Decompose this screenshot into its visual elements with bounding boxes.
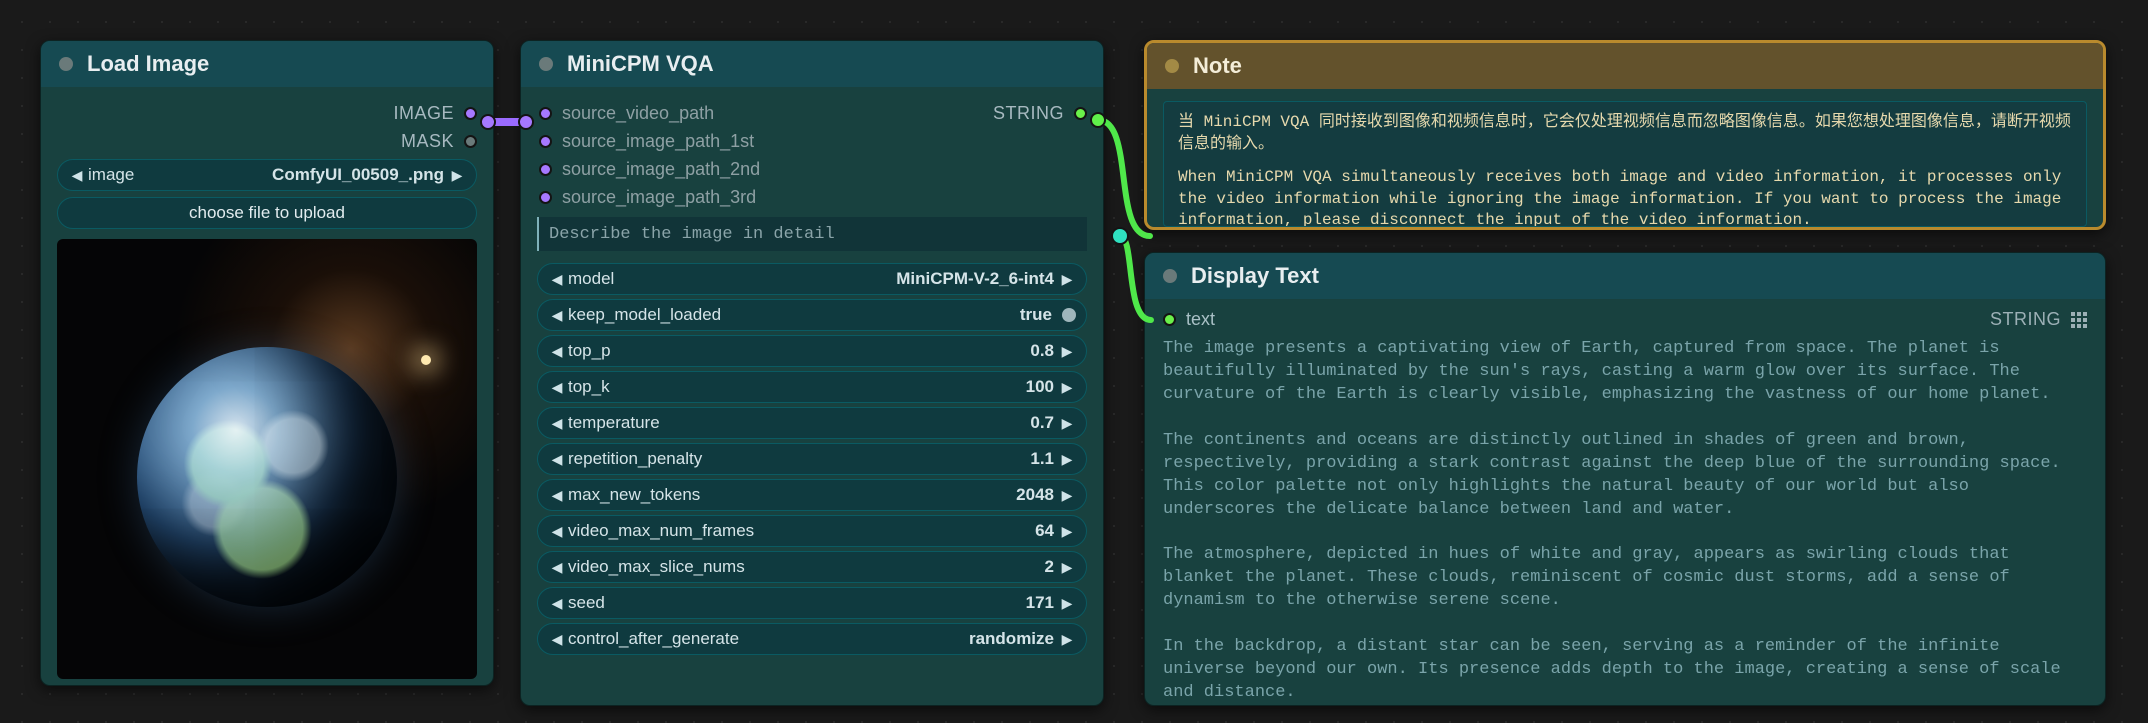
chevron-right-icon[interactable]: ▶ bbox=[1058, 487, 1076, 504]
output-string[interactable]: STRING bbox=[1990, 309, 2087, 330]
node-header[interactable]: Display Text bbox=[1145, 253, 2105, 299]
collapse-dot-icon[interactable] bbox=[1163, 269, 1177, 283]
chevron-right-icon[interactable]: ▶ bbox=[1058, 523, 1076, 540]
chevron-left-icon[interactable]: ◀ bbox=[548, 307, 566, 324]
chevron-left-icon[interactable]: ◀ bbox=[548, 451, 566, 468]
chevron-right-icon[interactable]: ▶ bbox=[1058, 631, 1076, 648]
param-control-after-generate[interactable]: ◀control_after_generaterandomize▶ bbox=[537, 623, 1087, 655]
input-source-image-path-3rd[interactable]: source_image_path_3rd bbox=[537, 183, 1087, 211]
port-image-icon[interactable] bbox=[464, 107, 477, 120]
param-model[interactable]: ◀modelMiniCPM-V-2_6-int4▶ bbox=[537, 263, 1087, 295]
port-icon[interactable] bbox=[539, 135, 552, 148]
chevron-left-icon[interactable]: ◀ bbox=[548, 343, 566, 360]
upload-button[interactable]: choose file to upload bbox=[57, 197, 477, 229]
node-display-text[interactable]: Display Text text STRING The image prese… bbox=[1144, 252, 2106, 706]
collapse-dot-icon[interactable] bbox=[539, 57, 553, 71]
chevron-right-icon[interactable]: ▶ bbox=[1058, 343, 1076, 360]
node-header[interactable]: Note bbox=[1147, 43, 2103, 89]
grid-icon bbox=[2071, 312, 2087, 328]
node-load-image[interactable]: Load Image IMAGE MASK ◀ image ComfyUI_00… bbox=[40, 40, 494, 686]
chevron-right-icon[interactable]: ▶ bbox=[1058, 595, 1076, 612]
port-icon[interactable] bbox=[539, 163, 552, 176]
param-max-new-tokens[interactable]: ◀max_new_tokens2048▶ bbox=[537, 479, 1087, 511]
node-title: Display Text bbox=[1191, 263, 1319, 289]
param-repetition-penalty[interactable]: ◀repetition_penalty1.1▶ bbox=[537, 443, 1087, 475]
earth-icon bbox=[137, 347, 397, 607]
node-header[interactable]: Load Image bbox=[41, 41, 493, 87]
port-string-icon[interactable] bbox=[1074, 107, 1087, 120]
node-note[interactable]: Note 当 MiniCPM VQA 同时接收到图像和视频信息时，它会仅处理视频… bbox=[1144, 40, 2106, 230]
chevron-left-icon[interactable]: ◀ bbox=[548, 595, 566, 612]
display-text-output[interactable]: The image presents a captivating view of… bbox=[1145, 334, 2105, 706]
chevron-left-icon[interactable]: ◀ bbox=[548, 271, 566, 288]
chevron-right-icon[interactable]: ▶ bbox=[1058, 451, 1076, 468]
param-top-p[interactable]: ◀top_p0.8▶ bbox=[537, 335, 1087, 367]
node-title: Note bbox=[1193, 53, 1242, 79]
node-title: MiniCPM VQA bbox=[567, 51, 714, 77]
input-source-image-path-1st[interactable]: source_image_path_1st bbox=[537, 127, 1087, 155]
toggle-dot-icon[interactable] bbox=[1062, 308, 1076, 322]
chevron-right-icon[interactable]: ▶ bbox=[1058, 379, 1076, 396]
chevron-left-icon[interactable]: ◀ bbox=[548, 487, 566, 504]
param-top-k[interactable]: ◀top_k100▶ bbox=[537, 371, 1087, 403]
port-icon[interactable] bbox=[539, 107, 552, 120]
chevron-left-icon[interactable]: ◀ bbox=[68, 167, 86, 184]
chevron-left-icon[interactable]: ◀ bbox=[548, 523, 566, 540]
output-image[interactable]: IMAGE bbox=[57, 99, 477, 127]
chevron-left-icon[interactable]: ◀ bbox=[548, 631, 566, 648]
node-header[interactable]: MiniCPM VQA bbox=[521, 41, 1103, 87]
output-mask[interactable]: MASK bbox=[57, 127, 477, 155]
chevron-right-icon[interactable]: ▶ bbox=[1058, 415, 1076, 432]
node-title: Load Image bbox=[87, 51, 209, 77]
prompt-input[interactable]: Describe the image in detail bbox=[537, 217, 1087, 251]
param-seed[interactable]: ◀seed171▶ bbox=[537, 587, 1087, 619]
chevron-right-icon[interactable]: ▶ bbox=[1058, 271, 1076, 288]
collapse-dot-icon[interactable] bbox=[1165, 59, 1179, 73]
image-preview bbox=[57, 239, 477, 679]
chevron-right-icon[interactable]: ▶ bbox=[1058, 559, 1076, 576]
output-string[interactable]: STRING bbox=[993, 103, 1087, 124]
param-keep-model-loaded[interactable]: ◀keep_model_loadedtrue bbox=[537, 299, 1087, 331]
chevron-left-icon[interactable]: ◀ bbox=[548, 379, 566, 396]
port-text-in-icon[interactable] bbox=[1163, 313, 1176, 326]
file-selector[interactable]: ◀ image ComfyUI_00509_.png ▶ bbox=[57, 159, 477, 191]
file-label: image bbox=[86, 165, 134, 185]
input-source-image-path-2nd[interactable]: source_image_path_2nd bbox=[537, 155, 1087, 183]
chevron-left-icon[interactable]: ◀ bbox=[548, 559, 566, 576]
note-text[interactable]: 当 MiniCPM VQA 同时接收到图像和视频信息时，它会仅处理视频信息而忽略… bbox=[1163, 101, 2087, 227]
file-value: ComfyUI_00509_.png bbox=[134, 165, 448, 185]
sun-icon bbox=[421, 355, 431, 365]
note-cn: 当 MiniCPM VQA 同时接收到图像和视频信息时，它会仅处理视频信息而忽略… bbox=[1178, 113, 2071, 153]
param-temperature[interactable]: ◀temperature0.7▶ bbox=[537, 407, 1087, 439]
port-icon[interactable] bbox=[539, 191, 552, 204]
chevron-right-icon[interactable]: ▶ bbox=[448, 167, 466, 184]
input-text[interactable]: text bbox=[1163, 309, 1215, 330]
collapse-dot-icon[interactable] bbox=[59, 57, 73, 71]
port-mask-icon[interactable] bbox=[464, 135, 477, 148]
node-minicpm-vqa[interactable]: MiniCPM VQA STRING source_video_pathsour… bbox=[520, 40, 1104, 706]
param-video-max-slice-nums[interactable]: ◀video_max_slice_nums2▶ bbox=[537, 551, 1087, 583]
chevron-left-icon[interactable]: ◀ bbox=[548, 415, 566, 432]
param-video-max-num-frames[interactable]: ◀video_max_num_frames64▶ bbox=[537, 515, 1087, 547]
note-en: When MiniCPM VQA simultaneously receives… bbox=[1178, 167, 2072, 227]
